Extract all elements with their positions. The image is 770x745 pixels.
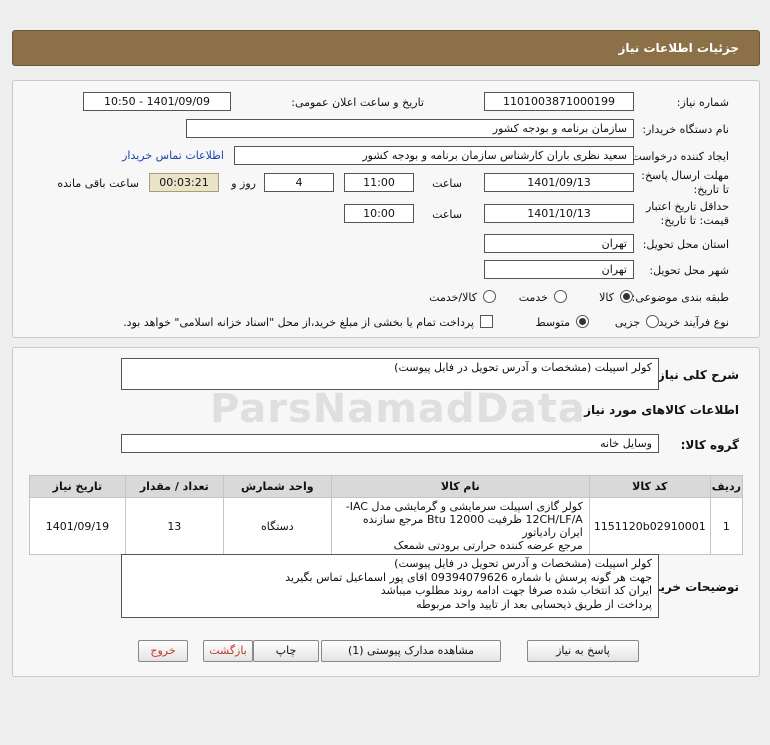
cell-name-line: 12CH/LF/A ظرفیت Btu 12000 مرجع سازنده ای…	[362, 513, 583, 539]
goods-group-label: گروه کالا:	[680, 438, 739, 452]
validity-date-field: 1401/10/13	[484, 204, 634, 223]
th-qty: تعداد / مقدار	[124, 475, 224, 498]
table-row: 1 1151120b02910001 کولر گازی اسپیلت سرما…	[29, 497, 744, 555]
cell-name: کولر گازی اسپیلت سرمایشی و گرمایشی مدل I…	[330, 497, 590, 555]
buyer-note-line: کولر اسپیلت (مشخصات و آدرس تحویل در فایل…	[394, 557, 652, 570]
deadline-time-label: ساعت	[432, 177, 462, 190]
need-number-field: 1101003871000199	[484, 92, 634, 111]
th-row: ردیف	[709, 475, 744, 498]
category-option-goods-service: کالا/خدمت	[429, 291, 477, 304]
goods-info-title: اطلاعات کالاهای مورد نیاز	[584, 403, 739, 417]
remaining-label: ساعت باقی مانده	[57, 177, 139, 190]
exit-button[interactable]: خروج	[138, 640, 188, 662]
need-details-panel: شرح کلی نیاز: کولر اسپیلت (مشخصات و آدرس…	[12, 347, 760, 677]
announce-field: 1401/09/09 - 10:50	[83, 92, 231, 111]
cell-row: 1	[709, 497, 744, 555]
buyer-org-label: نام دستگاه خریدار:	[642, 123, 729, 136]
cell-name-line: کولر گازی اسپیلت سرمایشی و گرمایشی مدل I…	[345, 500, 583, 513]
treasury-payment-checkbox[interactable]	[480, 315, 493, 328]
province-label: استان محل تحویل:	[642, 238, 729, 251]
days-field: 4	[264, 173, 334, 192]
attachments-button[interactable]: مشاهده مدارک پیوستی (1)	[321, 640, 501, 662]
deadline-time-field: 11:00	[344, 173, 414, 192]
city-label: شهر محل تحویل:	[649, 264, 729, 277]
cell-name-line: مرجع عرضه کننده حرارتی برودتی شمعک	[393, 539, 583, 552]
category-radio-service[interactable]	[554, 290, 567, 303]
summary-field: کولر اسپیلت (مشخصات و آدرس تحویل در فایل…	[121, 358, 659, 390]
cell-qty: 13	[124, 497, 224, 555]
deadline-date-field: 1401/09/13	[484, 173, 634, 192]
remaining-time-field: 00:03:21	[149, 173, 219, 192]
th-date: تاریخ نیاز	[29, 475, 126, 498]
category-radio-goods-service[interactable]	[483, 290, 496, 303]
buyer-note-line: جهت هر گونه پرسش با شماره 09394079626 اق…	[285, 570, 652, 584]
requester-label: ایجاد کننده درخواست:	[627, 150, 729, 163]
need-info-panel: شماره نیاز: 1101003871000199 تاریخ و ساع…	[12, 80, 760, 338]
cell-code: 1151120b02910001	[588, 497, 711, 555]
cell-date: 1401/09/19	[29, 497, 126, 555]
goods-table: ردیف کد کالا نام کالا واحد شمارش تعداد /…	[29, 475, 744, 555]
th-name: نام کالا	[330, 475, 590, 498]
validity-label: حداقل تاریخ اعتبار قیمت: تا تاریخ:	[645, 200, 729, 227]
buyer-note-line: پرداخت از طریق ذیحسابی بعد از تایید واحد…	[416, 597, 652, 611]
category-option-service: خدمت	[518, 291, 548, 304]
buyer-contact-link[interactable]: اطلاعات تماس خریدار	[122, 149, 224, 162]
reply-button[interactable]: پاسخ به نیاز	[527, 640, 639, 662]
validity-time-label: ساعت	[432, 208, 462, 221]
province-field: تهران	[484, 234, 634, 253]
category-option-goods: کالا	[599, 291, 614, 304]
validity-time-field: 10:00	[344, 204, 414, 223]
category-label: طبقه بندی موضوعی:	[631, 291, 729, 304]
announce-label: تاریخ و ساعت اعلان عمومی:	[291, 96, 424, 109]
process-option-medium: متوسط	[535, 316, 570, 329]
print-button[interactable]: چاپ	[253, 640, 319, 662]
buyer-org-field: سازمان برنامه و بودجه کشور	[186, 119, 634, 138]
city-field: تهران	[484, 260, 634, 279]
process-radio-medium[interactable]	[576, 315, 589, 328]
summary-label: شرح کلی نیاز:	[653, 368, 739, 382]
cell-unit: دستگاه	[222, 497, 332, 555]
page-header: جزئیات اطلاعات نیاز	[12, 30, 760, 66]
back-button[interactable]: بازگشت	[203, 640, 253, 662]
process-label: نوع فرآیند خرید :	[651, 316, 729, 329]
th-unit: واحد شمارش	[222, 475, 332, 498]
deadline-label: مهلت ارسال پاسخ: تا تاریخ:	[641, 169, 729, 196]
process-radio-minor[interactable]	[646, 315, 659, 328]
days-label: روز و	[231, 177, 256, 190]
process-option-minor: جزیی	[614, 316, 640, 329]
goods-group-field: وسایل خانه	[121, 434, 659, 453]
payment-note: پرداخت تمام یا بخشی از مبلغ خرید،از محل …	[123, 316, 474, 329]
requester-field: سعید نظری باران کارشناس سازمان برنامه و …	[234, 146, 634, 165]
th-code: کد کالا	[588, 475, 711, 498]
buyer-note-line: ایران کد انتخاب شده صرفا جهت ادامه روند …	[380, 584, 652, 597]
category-radio-goods[interactable]	[620, 290, 633, 303]
need-number-label: شماره نیاز:	[676, 96, 729, 109]
page-title: جزئیات اطلاعات نیاز	[618, 41, 739, 55]
buyer-notes-field: کولر اسپیلت (مشخصات و آدرس تحویل در فایل…	[121, 554, 659, 618]
